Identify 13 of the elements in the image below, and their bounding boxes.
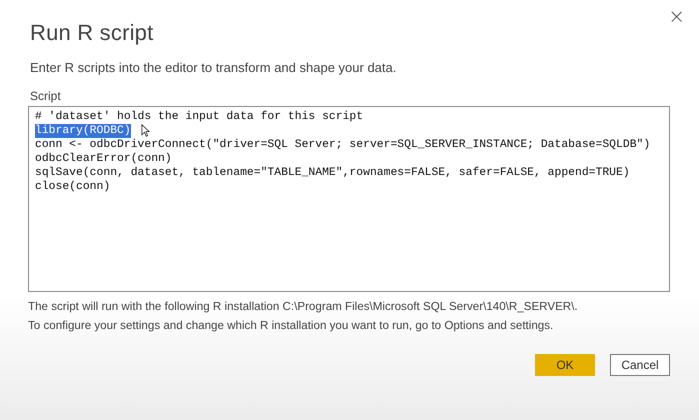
code-line: conn <- odbcDriverConnect("driver=SQL Server; server=SQL_SERVER_INSTANCE; Database=SQLDB") <box>35 138 650 152</box>
code-line: close(conn) <box>35 180 110 194</box>
code-line: sqlSave(conn, dataset, tablename="TABLE_NAME",rownames=FALSE, safer=FALSE, append=TRUE) <box>35 166 630 180</box>
code-line: # 'dataset' holds the input data for this script <box>35 110 364 124</box>
script-label: Script <box>30 89 62 103</box>
dialog-title: Run R script <box>30 20 154 46</box>
info-text: To configure your settings and change which R installation you want to run, go to Options and settings. <box>28 319 554 332</box>
info-text: The script will run with the following R installation C:\Program Files\Microsoft SQL Server\140\R_SERVER\. <box>28 300 579 313</box>
code-line: odbcClearError(conn) <box>35 152 172 166</box>
ok-button[interactable]: OK <box>535 354 595 376</box>
close-button[interactable]: × <box>664 4 689 28</box>
cancel-button[interactable]: Cancel <box>610 354 670 376</box>
dialog-description: Enter R scripts into the editor to transform and shape your data. <box>30 60 398 75</box>
